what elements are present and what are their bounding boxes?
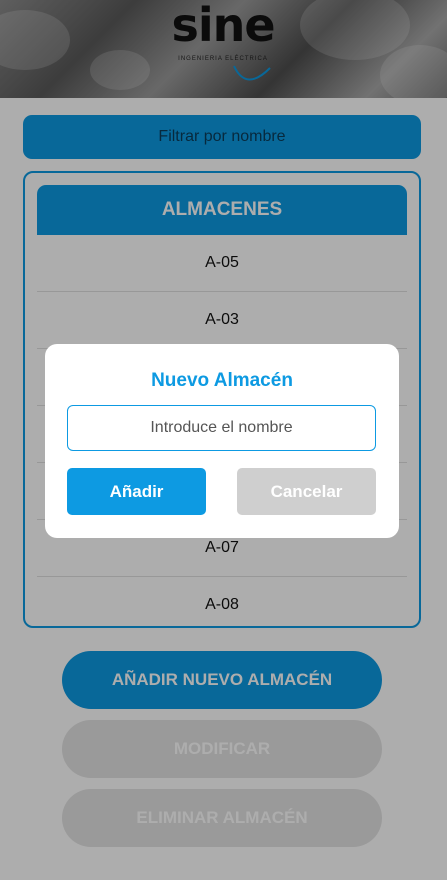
new-warehouse-dialog: Nuevo Almacén Añadir Cancelar (45, 344, 399, 538)
add-button[interactable]: Añadir (67, 468, 206, 515)
cancel-button[interactable]: Cancelar (237, 468, 376, 515)
warehouse-name-input[interactable] (67, 405, 376, 451)
dialog-title: Nuevo Almacén (151, 370, 293, 391)
